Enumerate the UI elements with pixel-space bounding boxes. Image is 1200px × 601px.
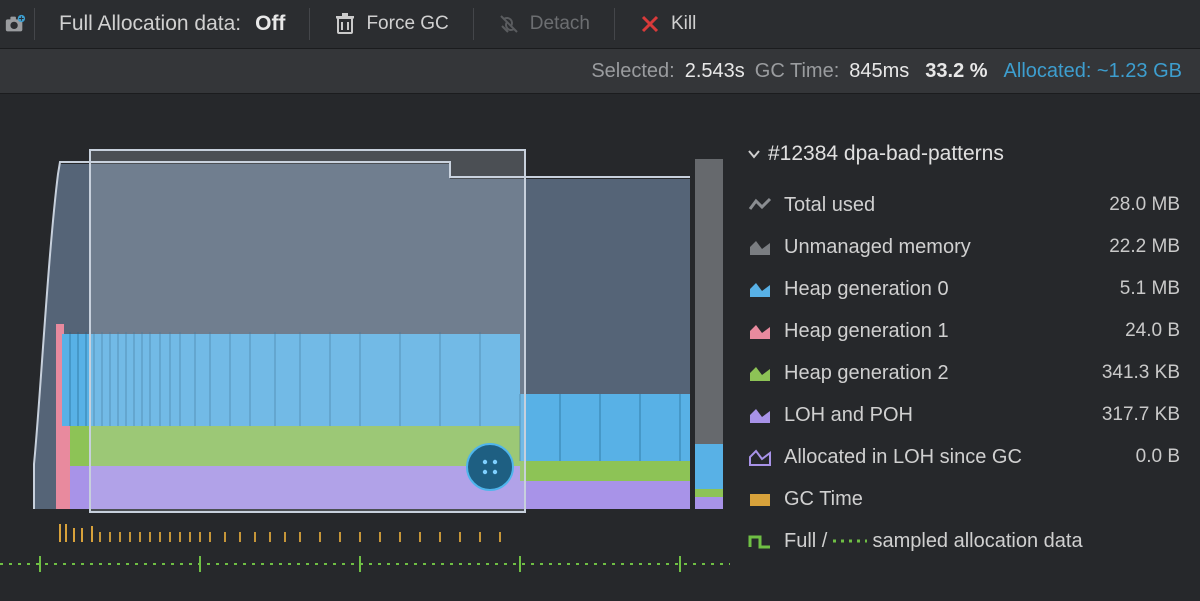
legend-swatch-icon	[748, 405, 772, 425]
legend-label: Total used	[784, 194, 1097, 217]
legend-value: 341.3 KB	[1102, 362, 1180, 384]
legend-swatch-icon	[748, 447, 772, 467]
main-toolbar: Full Allocation data: Off Force GC Detac…	[0, 0, 1200, 49]
snapshot-settings-button[interactable]	[0, 0, 30, 48]
legend-item-gen2[interactable]: Heap generation 2 341.3 KB	[742, 352, 1200, 394]
spacer	[0, 94, 1200, 124]
legend-item-loh[interactable]: LOH and POH 317.7 KB	[742, 394, 1200, 436]
legend-item-sampled[interactable]: Full / sampled allocation data	[742, 520, 1200, 562]
detach-label: Detach	[530, 13, 590, 35]
kill-button[interactable]: Kill	[619, 0, 716, 48]
legend-label: Heap generation 0	[784, 278, 1108, 301]
legend-value: 24.0 B	[1125, 320, 1180, 342]
legend-item-gen0[interactable]: Heap generation 0 5.1 MB	[742, 268, 1200, 310]
force-gc-button[interactable]: Force GC	[314, 0, 468, 48]
main-content: #12384 dpa-bad-patterns Total used 28.0 M…	[0, 124, 1200, 601]
legend-label: GC Time	[784, 488, 1168, 511]
legend-item-lohgc[interactable]: Allocated in LOH since GC 0.0 B	[742, 436, 1200, 478]
legend-swatch-icon	[748, 531, 772, 551]
process-title: #12384 dpa-bad-patterns	[748, 142, 1200, 166]
allocation-value: Off	[255, 12, 285, 36]
legend-label: Heap generation 1	[784, 320, 1113, 343]
legend-swatch-icon	[748, 363, 772, 383]
legend-value: 28.0 MB	[1109, 194, 1180, 216]
allocated-link[interactable]: Allocated: ~1.23 GB	[1004, 60, 1182, 83]
legend-label: LOH and POH	[784, 404, 1090, 427]
kill-label: Kill	[671, 13, 696, 35]
chevron-down-icon	[748, 148, 760, 160]
legend-label: Unmanaged memory	[784, 236, 1097, 259]
gc-time-value: 845ms	[849, 60, 909, 83]
selected-value: 2.543s	[685, 60, 745, 83]
legend-panel: #12384 dpa-bad-patterns Total used 28.0 M…	[730, 124, 1200, 601]
legend-swatch-icon	[748, 279, 772, 299]
legend-swatch-icon	[748, 489, 772, 509]
gc-time-percent: 33.2 %	[925, 60, 987, 83]
detach-button: Detach	[478, 0, 610, 48]
legend-item-gen1[interactable]: Heap generation 1 24.0 B	[742, 310, 1200, 352]
legend-item-total[interactable]: Total used 28.0 MB	[742, 184, 1200, 226]
gc-time-label: GC Time:	[755, 60, 839, 83]
process-title-text: #12384 dpa-bad-patterns	[768, 142, 1004, 166]
separator	[309, 8, 310, 40]
selected-label: Selected:	[591, 60, 674, 83]
allocation-label: Full Allocation data:	[59, 12, 241, 36]
legend-value: 5.1 MB	[1120, 278, 1180, 300]
legend-item-unman[interactable]: Unmanaged memory 22.2 MB	[742, 226, 1200, 268]
legend-swatch-icon	[748, 237, 772, 257]
timeline-chart[interactable]	[0, 124, 730, 601]
legend-swatch-icon	[748, 195, 772, 215]
legend-label: Full / sampled allocation data	[784, 530, 1168, 553]
legend-item-gctime[interactable]: GC Time	[742, 478, 1200, 520]
legend-value: 22.2 MB	[1109, 236, 1180, 258]
legend-swatch-icon	[748, 321, 772, 341]
separator	[34, 8, 35, 40]
trash-icon	[334, 13, 356, 35]
legend-label: Allocated in LOH since GC	[784, 446, 1124, 469]
separator	[473, 8, 474, 40]
detach-icon	[498, 13, 520, 35]
legend-label: Heap generation 2	[784, 362, 1090, 385]
legend-value: 0.0 B	[1136, 446, 1180, 468]
separator	[614, 8, 615, 40]
allocation-data-toggle[interactable]: Full Allocation data: Off	[39, 0, 305, 48]
force-gc-label: Force GC	[366, 13, 448, 35]
legend-value: 317.7 KB	[1102, 404, 1180, 426]
selection-stats-bar: Selected: 2.543s GC Time: 845ms 33.2 % A…	[0, 49, 1200, 94]
close-icon	[639, 13, 661, 35]
